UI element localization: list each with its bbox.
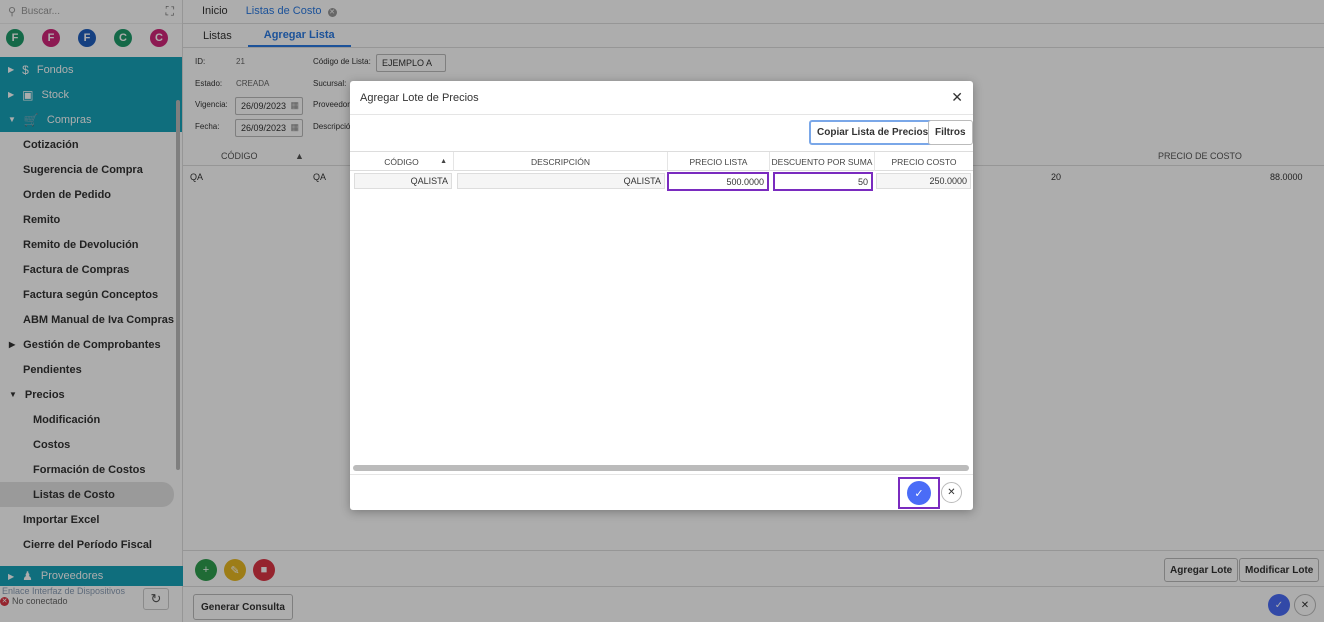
filtros-button[interactable]: Filtros <box>928 120 973 145</box>
cell-precio-lista[interactable]: 500.0000 <box>667 172 769 191</box>
col-label: CÓDIGO <box>384 156 419 167</box>
close-icon[interactable]: ✕ <box>951 89 963 106</box>
modal-toolbar: Copiar Lista de Precios Filtros <box>350 115 973 151</box>
col-precio-costo[interactable]: PRECIO COSTO <box>875 152 973 171</box>
cancel-button[interactable]: ✕ <box>941 482 962 503</box>
col-descripcion[interactable]: DESCRIPCIÓN <box>454 152 668 171</box>
col-descuento[interactable]: DESCUENTO POR SUMA <box>770 152 875 171</box>
copiar-lista-button[interactable]: Copiar Lista de Precios <box>809 120 937 145</box>
modal-footer: ✓ ✕ <box>350 474 973 510</box>
modal-title: Agregar Lote de Precios <box>360 91 479 104</box>
sort-asc-icon[interactable]: ▲ <box>440 158 447 165</box>
cell-codigo[interactable]: QALISTA <box>354 173 452 189</box>
agregar-lote-modal: Agregar Lote de Precios ✕ Copiar Lista d… <box>350 81 973 510</box>
grid-header: CÓDIGO ▲ DESCRIPCIÓN PRECIO LISTA DESCUE… <box>350 151 973 171</box>
cell-precio-costo[interactable]: 250.0000 <box>876 173 971 189</box>
col-precio-lista[interactable]: PRECIO LISTA <box>668 152 770 171</box>
lote-grid: CÓDIGO ▲ DESCRIPCIÓN PRECIO LISTA DESCUE… <box>350 151 973 481</box>
confirm-button[interactable]: ✓ <box>907 481 931 505</box>
cell-descripcion[interactable]: QALISTA <box>457 173 665 189</box>
col-codigo[interactable]: CÓDIGO ▲ <box>350 152 454 171</box>
cell-descuento[interactable]: 50 <box>773 172 873 191</box>
modal-header: Agregar Lote de Precios <box>350 81 973 115</box>
horizontal-scrollbar[interactable] <box>353 465 969 471</box>
confirm-highlight: ✓ <box>898 477 940 509</box>
